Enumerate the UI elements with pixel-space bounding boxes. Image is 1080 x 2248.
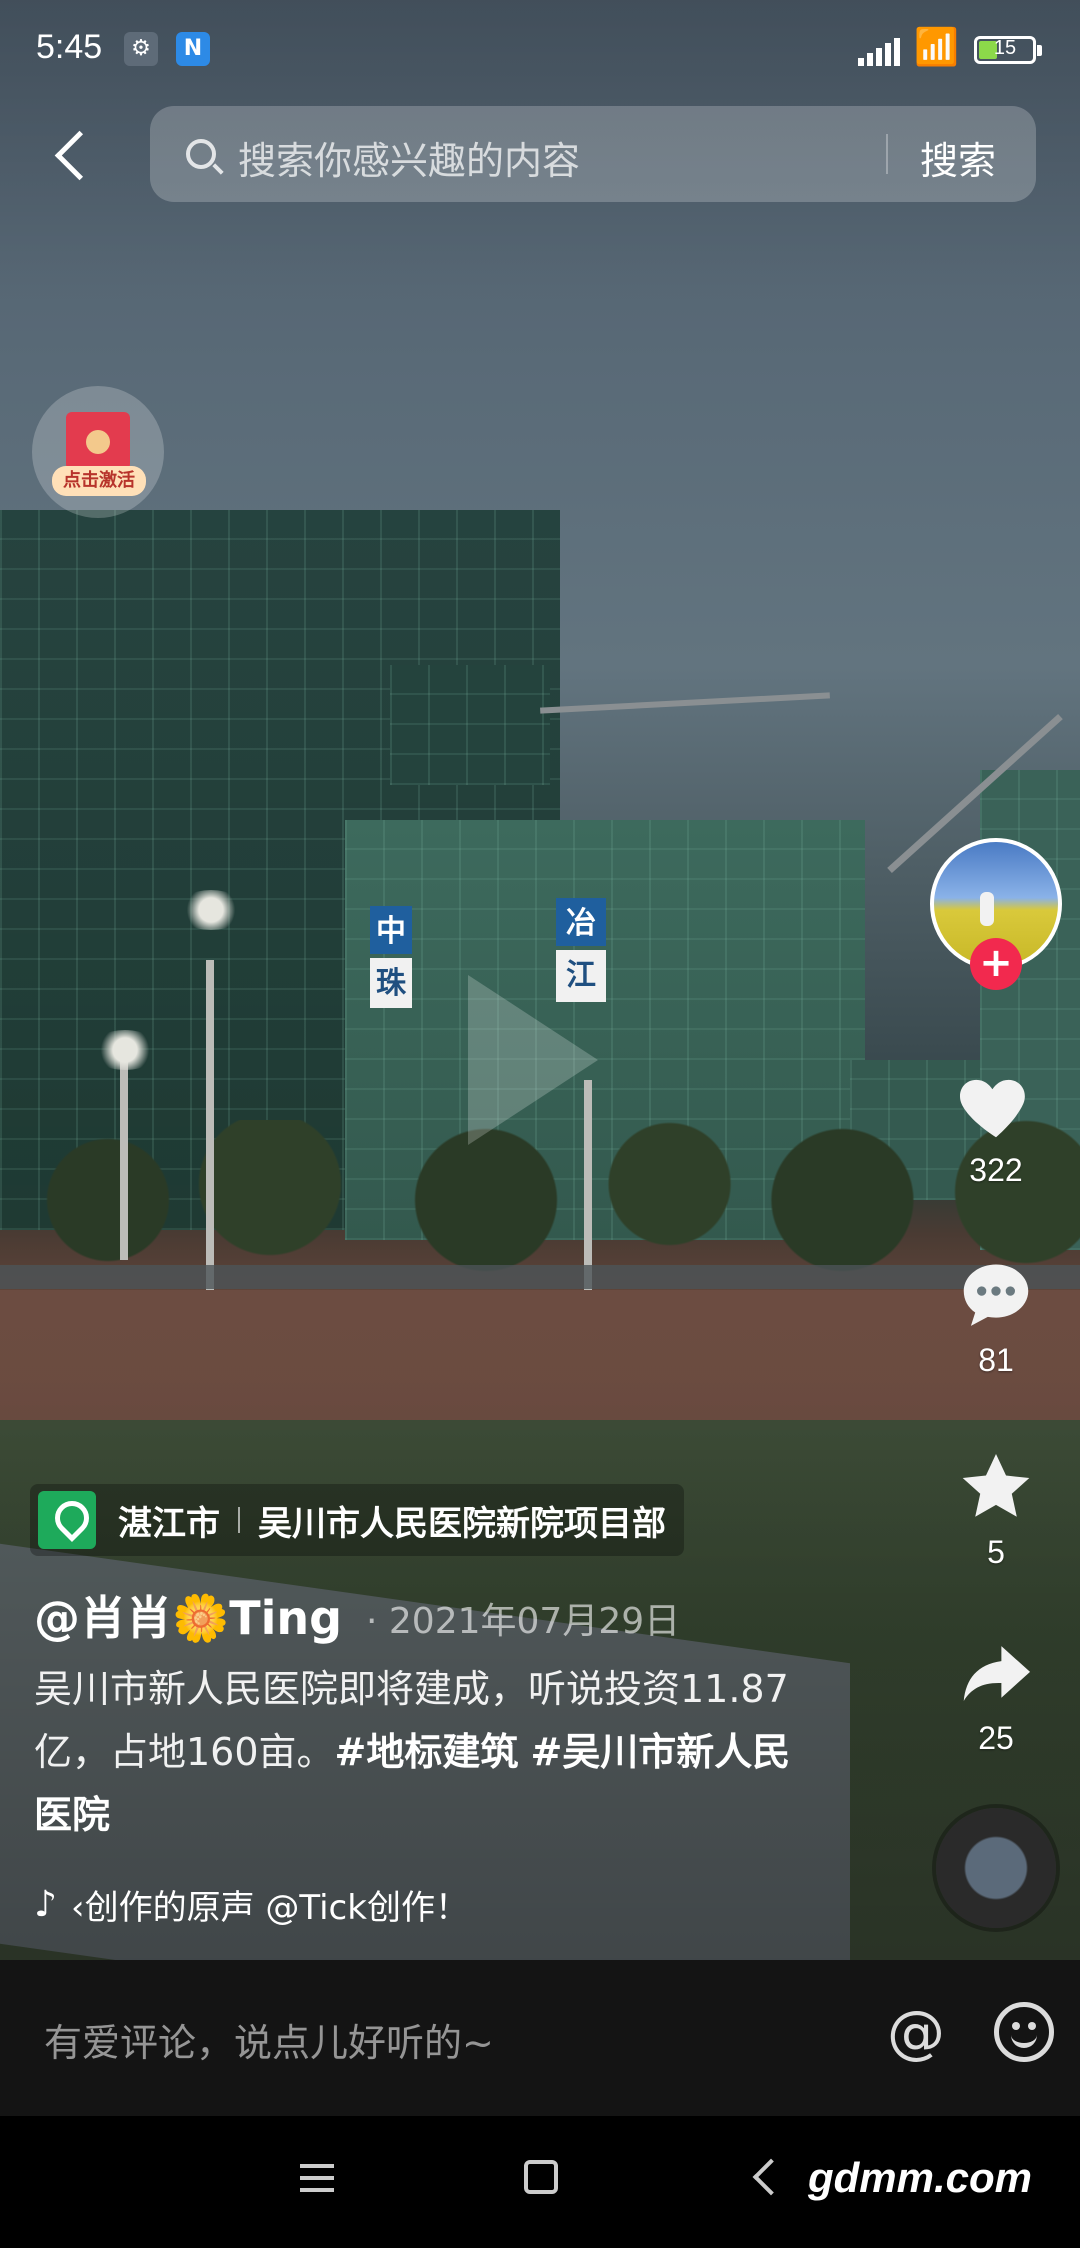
- music-title: ‹创作的原声 @Tick创作！: [70, 1888, 469, 1928]
- comment-button[interactable]: 81: [940, 1252, 1052, 1379]
- back-button[interactable]: [44, 120, 104, 190]
- star-icon: [962, 1454, 1030, 1517]
- activate-label: 点击激活: [52, 466, 146, 496]
- emoji-icon[interactable]: [994, 2002, 1054, 2062]
- music-note-icon: ♪: [34, 1884, 57, 1925]
- battery-level: 15: [993, 37, 1017, 59]
- status-time: 5:45: [36, 28, 103, 66]
- menu-icon[interactable]: [300, 2164, 334, 2192]
- mention-button[interactable]: @: [884, 2000, 948, 2064]
- music-disc[interactable]: [936, 1808, 1056, 1928]
- cellular-signal-icon: [858, 36, 902, 66]
- favorite-button[interactable]: 5: [940, 1444, 1052, 1571]
- wifi-icon: 📶: [914, 27, 959, 68]
- search-icon: [186, 139, 216, 169]
- comment-count: 81: [978, 1342, 1014, 1378]
- play-icon[interactable]: [468, 975, 598, 1145]
- hashtag[interactable]: #地标建筑: [335, 1730, 519, 1774]
- comment-input-bar[interactable]: 有爱评论，说点儿好听的~ @: [0, 1960, 1080, 2116]
- music-info[interactable]: ♪ ‹创作的原声 @Tick创作！: [34, 1880, 571, 1929]
- like-count: 322: [969, 1152, 1023, 1188]
- home-icon[interactable]: [524, 2160, 558, 2194]
- comment-input[interactable]: 有爱评论，说点儿好听的~: [44, 2012, 494, 2067]
- watermark: gdmm.com: [808, 2154, 1033, 2201]
- search-bar[interactable]: 搜索你感兴趣的内容 搜索: [150, 106, 1036, 202]
- search-button[interactable]: 搜索: [920, 130, 996, 185]
- status-bar: 5:45 ⚙ N 📶 15: [0, 0, 1080, 100]
- search-input[interactable]: 搜索你感兴趣的内容: [238, 130, 580, 185]
- author-name[interactable]: @肖肖🌼Ting: [34, 1582, 342, 1648]
- divider: [238, 1507, 240, 1533]
- red-packet-icon: [66, 412, 130, 470]
- post-caption: 吴川市新人民医院即将建成，听说投资11.87亿，占地160亩。#地标建筑 #吴川…: [34, 1658, 814, 1847]
- favorite-count: 5: [987, 1534, 1005, 1570]
- share-arrow-icon: [963, 1646, 1031, 1701]
- battery-icon: 15: [974, 36, 1042, 64]
- location-pin-icon: [38, 1491, 96, 1549]
- share-button[interactable]: 25: [940, 1630, 1052, 1757]
- like-button[interactable]: 322: [940, 1062, 1052, 1189]
- location-city: 湛江市: [118, 1503, 220, 1544]
- settings-notification-icon: ⚙: [124, 32, 158, 66]
- back-icon[interactable]: [752, 2158, 790, 2196]
- post-date: · 2021年07月29日: [366, 1601, 681, 1642]
- activate-red-packet-button[interactable]: 点击激活: [32, 386, 164, 518]
- system-nav-bar: gdmm.com: [0, 2116, 1080, 2248]
- share-count: 25: [978, 1720, 1014, 1756]
- n-app-notification-icon: N: [176, 32, 210, 66]
- location-place: 吴川市人民医院新院项目部: [258, 1503, 666, 1544]
- heart-icon: [959, 1079, 1025, 1138]
- follow-button[interactable]: +: [970, 938, 1022, 990]
- comment-bubble-icon: [963, 1264, 1029, 1326]
- location-tag[interactable]: 湛江市 吴川市人民医院新院项目部: [30, 1484, 684, 1556]
- divider: [886, 134, 888, 174]
